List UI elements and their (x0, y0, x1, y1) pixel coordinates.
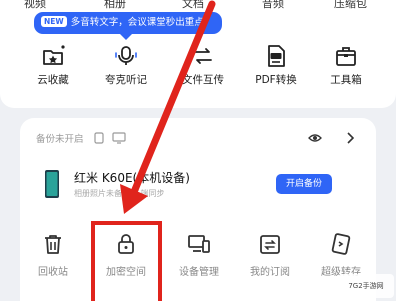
tool-file-transfer[interactable]: 文件互传 (168, 44, 238, 90)
device-name: 红米 K60E(本机设备) (74, 171, 190, 185)
enable-backup-button[interactable]: 开启备份 (276, 174, 332, 194)
tool-label: 云收藏 (37, 74, 69, 86)
file-type-audio[interactable]: 音频 (262, 0, 284, 11)
tool-label: PDF转换 (255, 74, 297, 86)
device-row[interactable]: 红米 K60E(本机设备) 相册照片未备份 多端同步 开启备份 (36, 166, 366, 202)
feature-label: 设备管理 (179, 267, 219, 278)
pdf-convert-icon (268, 45, 285, 67)
backup-status-row: 备份未开启 (36, 131, 366, 147)
tool-label: 文件互传 (182, 74, 224, 86)
feature-device-management[interactable]: 设备管理 (164, 232, 234, 282)
feature-label: 回收站 (38, 267, 68, 278)
cloud-favorite-icon (43, 45, 65, 65)
file-transfer-icon (194, 48, 212, 64)
file-type-row: 视频 相册 文档 音频 压缩包 (0, 0, 396, 11)
phone-outline-icon (94, 132, 104, 144)
feature-my-subscription[interactable]: 我的订阅 (235, 232, 305, 282)
file-type-album[interactable]: 相册 (104, 0, 126, 11)
trash-icon (45, 235, 61, 254)
microphone-icon (115, 46, 137, 65)
new-badge: NEW (41, 16, 67, 27)
computer-outline-icon (112, 132, 126, 144)
tooltip-pointer (120, 34, 132, 40)
device-subtitle: 相册照片未备份 多端同步 (74, 189, 165, 198)
feature-recycle-bin[interactable]: 回收站 (18, 232, 88, 282)
device-manage-icon (188, 235, 210, 253)
file-type-document[interactable]: 文档 (182, 0, 204, 11)
subscription-icon (260, 235, 280, 254)
quick-tools-card: 视频 相册 文档 音频 压缩包 NEW 多音转文字，会议课堂秒出重点 云收藏 夸克… (0, 0, 396, 108)
tool-toolbox[interactable]: 工具箱 (311, 44, 381, 90)
backup-status-text: 备份未开启 (36, 134, 84, 145)
file-type-archive[interactable]: 压缩包 (334, 0, 367, 11)
tool-pdf-convert[interactable]: PDF转换 (241, 44, 311, 90)
tool-label: 工具箱 (330, 74, 362, 86)
transfer-save-icon (331, 233, 351, 255)
tool-cloud-favorite[interactable]: 云收藏 (18, 44, 88, 90)
watermark: 7G2手游网 (338, 274, 394, 298)
tool-quark-voice-notes[interactable]: 夸克听记 (91, 44, 161, 90)
eye-icon[interactable] (308, 132, 322, 144)
tool-label: 夸克听记 (105, 74, 147, 86)
phone-device-icon (45, 170, 59, 198)
annotation-highlight-box (91, 221, 162, 301)
chevron-right-icon[interactable] (346, 132, 354, 144)
tooltip-text: 多音转文字，会议课堂秒出重点 (70, 17, 204, 28)
file-type-video[interactable]: 视频 (24, 0, 46, 11)
feature-label: 我的订阅 (250, 267, 290, 278)
new-feature-tooltip[interactable]: NEW 多音转文字，会议课堂秒出重点 (34, 12, 222, 34)
toolbox-icon (336, 47, 356, 66)
